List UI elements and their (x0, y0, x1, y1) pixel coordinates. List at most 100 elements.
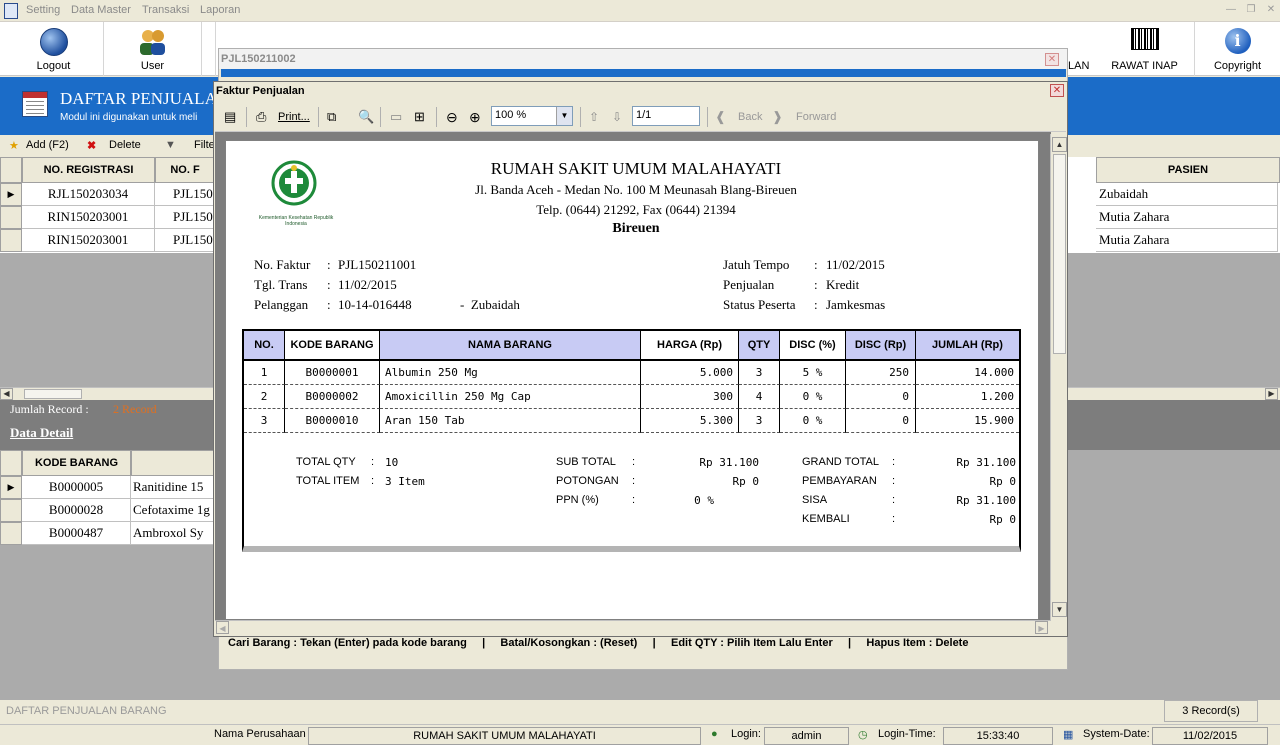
copy-icon[interactable]: ⧉ (327, 107, 336, 127)
lan-button[interactable]: LAN (1068, 22, 1095, 76)
user-button[interactable]: User (104, 22, 202, 76)
report-vscroll[interactable]: ▲ ▼ (1050, 134, 1067, 620)
print-button[interactable]: Print... (278, 107, 310, 127)
table-row-nof[interactable]: PJL150 (155, 229, 215, 252)
find-icon[interactable]: 🔍 (358, 107, 374, 127)
footer-strip: DAFTAR PENJUALAN BARANG 3 Record(s) (0, 700, 1280, 724)
report-hscroll[interactable]: ◀ ▶ (215, 620, 1051, 635)
rawat-inap-label: RAWAT INAP (1111, 60, 1178, 72)
delete-button[interactable]: Delete (109, 139, 141, 151)
forward-button[interactable]: Forward (796, 107, 836, 127)
table-row-nama[interactable]: Ambroxol Sy (131, 522, 221, 545)
table-row-nama: Amoxicillin 250 Mg Cap (380, 385, 641, 409)
scroll-up-icon[interactable]: ▲ (1052, 137, 1067, 152)
table-row-reg[interactable]: RIN150203001 (22, 229, 155, 252)
table-row-disc-rp: 0 (846, 409, 916, 433)
scroll-right-icon[interactable]: ▶ (1265, 388, 1278, 400)
back-arrow-icon[interactable]: ❰ (715, 107, 726, 127)
table-row-pasien[interactable]: Mutia Zahara (1096, 206, 1278, 229)
chevron-down-icon[interactable]: ▼ (556, 107, 572, 125)
table-row-disc-pct: 5 % (780, 361, 846, 385)
toggle-tree-icon[interactable]: ▤ (224, 107, 236, 127)
copyright-label: Copyright (1213, 60, 1262, 72)
col-pasien[interactable]: PASIEN (1096, 157, 1280, 183)
col-nama: NAMA BARANG (380, 331, 641, 359)
close-icon[interactable]: ✕ (1050, 84, 1064, 97)
table-row-disc-pct: 0 % (780, 409, 846, 433)
scroll-down-icon[interactable]: ▼ (1052, 602, 1067, 617)
login-time-label: Login-Time: (878, 728, 936, 740)
calendar-icon (22, 91, 48, 117)
col-no-faktur[interactable]: NO. F (155, 157, 215, 183)
scroll-thumb[interactable] (1053, 154, 1066, 354)
jatuh-tempo-label: Jatuh Tempo (723, 257, 790, 272)
menu-laporan[interactable]: Laporan (200, 4, 240, 16)
scroll-left-icon[interactable]: ◀ (0, 388, 13, 400)
pembayaran-label: PEMBAYARAN (802, 475, 877, 487)
table-row-kode: B0000002 (285, 385, 380, 409)
status-peserta-value: Jamkesmas (826, 297, 886, 312)
record-count-value: 2 Record (113, 402, 157, 416)
col-nama-barang[interactable] (131, 450, 221, 476)
ppn-value: 0 % (694, 494, 714, 507)
zoom-in-icon[interactable]: ⊕ (469, 107, 481, 127)
copyright-button[interactable]: i Copyright (1195, 22, 1280, 76)
table-row-nof[interactable]: PJL150 (155, 183, 215, 206)
logout-button[interactable]: Logout (4, 22, 104, 76)
table-row-no: 2 (244, 385, 285, 409)
menu-data-master[interactable]: Data Master (71, 4, 131, 16)
col-kode-barang[interactable]: KODE BARANG (22, 450, 131, 476)
data-detail-link[interactable]: Data Detail (10, 425, 73, 441)
next-page-icon[interactable]: ⇩ (612, 107, 622, 127)
sisa-value: Rp 31.100 (956, 494, 1016, 507)
table-row-no: 3 (244, 409, 285, 433)
close-icon[interactable]: ✕ (1263, 3, 1279, 17)
scroll-left-icon[interactable]: ◀ (216, 621, 229, 634)
table-row-jumlah: 14.000 (916, 361, 1019, 385)
row-indicator-icon: ▶ (0, 183, 22, 206)
table-row-kode[interactable]: B0000487 (22, 522, 131, 545)
page-input[interactable]: 1/1 (632, 106, 700, 126)
table-row-nof[interactable]: PJL150 (155, 206, 215, 229)
scroll-thumb[interactable] (24, 389, 82, 399)
prev-page-icon[interactable]: ⇧ (589, 107, 599, 127)
col-qty: QTY (739, 331, 780, 359)
single-page-icon[interactable]: ▭ (390, 107, 402, 127)
record-count-badge: 3 Record(s) (1164, 700, 1258, 722)
module-footer-label: DAFTAR PENJUALAN BARANG (6, 705, 167, 717)
pelanggan-label: Pelanggan (254, 297, 309, 312)
add-button[interactable]: Add (F2) (26, 139, 69, 151)
table-row-pasien[interactable]: Zubaidah (1096, 183, 1278, 206)
printer-icon[interactable]: ⎙ (256, 107, 266, 127)
subtotal-label: SUB TOTAL (556, 456, 616, 468)
faktur-value: PJL150211001 (338, 257, 417, 272)
pelanggan-id: 10-14-016448 (338, 297, 412, 312)
table-row-reg[interactable]: RIN150203001 (22, 206, 155, 229)
table-row-pasien[interactable]: Mutia Zahara (1096, 229, 1278, 252)
menu-setting[interactable]: Setting (26, 4, 60, 16)
table-row-kode[interactable]: B0000028 (22, 499, 131, 522)
minimize-icon[interactable]: — (1223, 3, 1239, 17)
back-button[interactable]: Back (738, 107, 762, 127)
filter-button[interactable]: Filte (194, 139, 215, 151)
multi-page-icon[interactable]: ⊞ (414, 107, 425, 127)
restore-icon[interactable]: ❐ (1243, 3, 1259, 17)
close-icon[interactable]: ✕ (1045, 53, 1059, 66)
zoom-select[interactable]: 100 % ▼ (491, 106, 573, 126)
zoom-out-icon[interactable]: ⊖ (446, 107, 458, 127)
menu-transaksi[interactable]: Transaksi (142, 4, 189, 16)
table-row-reg[interactable]: RJL150203034 (22, 183, 155, 206)
table-row-nama[interactable]: Cefotaxime 1g (131, 499, 221, 522)
lock-button[interactable] (202, 22, 216, 76)
table-row-kode[interactable]: B0000005 (22, 476, 131, 499)
scroll-right-icon[interactable]: ▶ (1035, 621, 1048, 634)
zoom-value: 100 % (495, 109, 527, 121)
item-rows: 1 B0000001 Albumin 250 Mg 5.000 3 5 % 25… (244, 361, 1019, 433)
col-no-registrasi[interactable]: NO. REGISTRASI (22, 157, 155, 183)
forward-arrow-icon[interactable]: ❱ (772, 107, 783, 127)
table-row-disc-pct: 0 % (780, 385, 846, 409)
invoice-report-window: Faktur Penjualan ✕ ▤ ⎙ Print... ⧉ 🔍 ▭ ⊞ … (213, 81, 1068, 637)
table-row-nama[interactable]: Ranitidine 15 (131, 476, 221, 499)
rawat-inap-button[interactable]: RAWAT INAP (1095, 22, 1195, 76)
app-icon (4, 3, 18, 19)
